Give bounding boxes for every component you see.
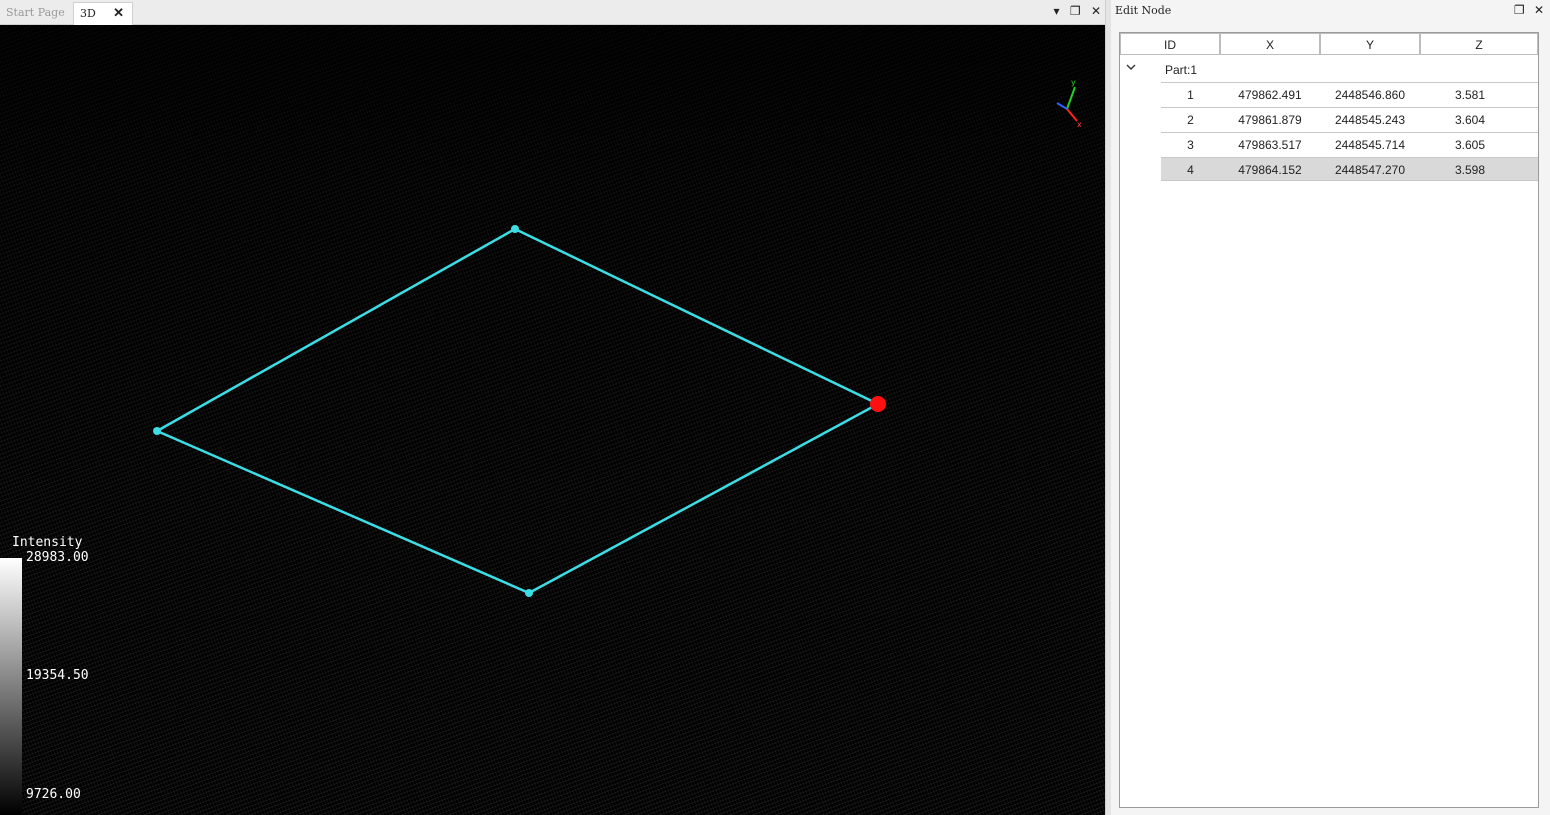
- cell-x: 479861.879: [1238, 113, 1302, 127]
- polygon-node-2[interactable]: [153, 427, 161, 435]
- tab-3d-label: 3D: [80, 7, 96, 20]
- panel-window-controls: ❐ ✕: [1508, 3, 1544, 17]
- close-icon[interactable]: ✕: [1091, 4, 1101, 18]
- dropdown-icon[interactable]: ▾: [1053, 4, 1059, 18]
- intensity-scalebar: [0, 558, 22, 815]
- cell-x: 479863.517: [1238, 138, 1302, 152]
- cell-z: 3.581: [1454, 88, 1486, 102]
- scalebar-min-value: 9726.00: [26, 787, 81, 802]
- scalebar-mid-value: 19354.50: [26, 668, 89, 683]
- document-tab-bar: Start Page 3D ✕ ▾ ❐ ✕: [0, 0, 1107, 25]
- cell-y: 2448545.243: [1334, 113, 1406, 127]
- 3d-viewport[interactable]: y x: [0, 25, 1105, 815]
- polygon-node-3[interactable]: [525, 589, 533, 597]
- cell-y: 2448546.860: [1334, 88, 1406, 102]
- polygon-node-4-selected[interactable]: [870, 396, 886, 412]
- cell-y: 2448545.714: [1334, 138, 1406, 152]
- cell-id: 2: [1187, 113, 1194, 127]
- scalebar-title: Intensity: [12, 535, 83, 550]
- cell-x: 479862.491: [1238, 88, 1302, 102]
- column-header-id[interactable]: ID: [1120, 33, 1220, 55]
- cell-id: 1: [1187, 88, 1194, 102]
- tab-3d[interactable]: 3D ✕: [73, 2, 133, 25]
- panel-close-icon[interactable]: ✕: [1534, 3, 1544, 17]
- column-header-z[interactable]: Z: [1420, 33, 1538, 55]
- polygon-node-1[interactable]: [511, 225, 519, 233]
- scalebar-max-value: 28983.00: [26, 550, 89, 565]
- cell-x: 479864.152: [1238, 163, 1302, 177]
- panel-title: Edit Node: [1115, 4, 1172, 17]
- node-table[interactable]: ID X Y Z Part:1 1 479862.491 2448546.860…: [1119, 32, 1539, 808]
- tab-close-icon[interactable]: ✕: [113, 3, 124, 25]
- cell-z: 3.604: [1454, 113, 1486, 127]
- column-header-y[interactable]: Y: [1320, 33, 1420, 55]
- table-row-selected[interactable]: 4 479864.152 2448547.270 3.598: [1161, 157, 1538, 181]
- chevron-down-icon[interactable]: [1126, 61, 1136, 75]
- edit-node-panel: Edit Node ❐ ✕ ID X Y Z Part:1 1 479862.4…: [1111, 0, 1550, 815]
- axes-gizmo: y x: [1056, 78, 1082, 129]
- group-row-part[interactable]: Part:1: [1120, 58, 1538, 82]
- polygon-overlay: y x: [153, 78, 1082, 597]
- restore-icon[interactable]: ❐: [1070, 4, 1081, 18]
- group-label: Part:1: [1165, 63, 1198, 77]
- axis-y-label: y: [1071, 78, 1076, 87]
- table-row[interactable]: 1 479862.491 2448546.860 3.581: [1161, 82, 1538, 106]
- cell-id: 4: [1187, 163, 1194, 177]
- column-header-x[interactable]: X: [1220, 33, 1320, 55]
- table-header: ID X Y Z: [1120, 33, 1538, 56]
- panel-restore-icon[interactable]: ❐: [1514, 3, 1525, 17]
- cell-id: 3: [1187, 138, 1194, 152]
- cell-y: 2448547.270: [1334, 163, 1406, 177]
- tab-start-page[interactable]: Start Page: [0, 2, 72, 24]
- cell-z: 3.598: [1454, 163, 1486, 177]
- table-row[interactable]: 2 479861.879 2448545.243 3.604: [1161, 107, 1538, 131]
- axis-x-label: x: [1077, 120, 1082, 129]
- table-row[interactable]: 3 479863.517 2448545.714 3.605: [1161, 132, 1538, 156]
- document-window-controls: ▾ ❐ ✕: [1046, 4, 1101, 18]
- polygon-edges: [154, 227, 881, 595]
- cell-z: 3.605: [1454, 138, 1486, 152]
